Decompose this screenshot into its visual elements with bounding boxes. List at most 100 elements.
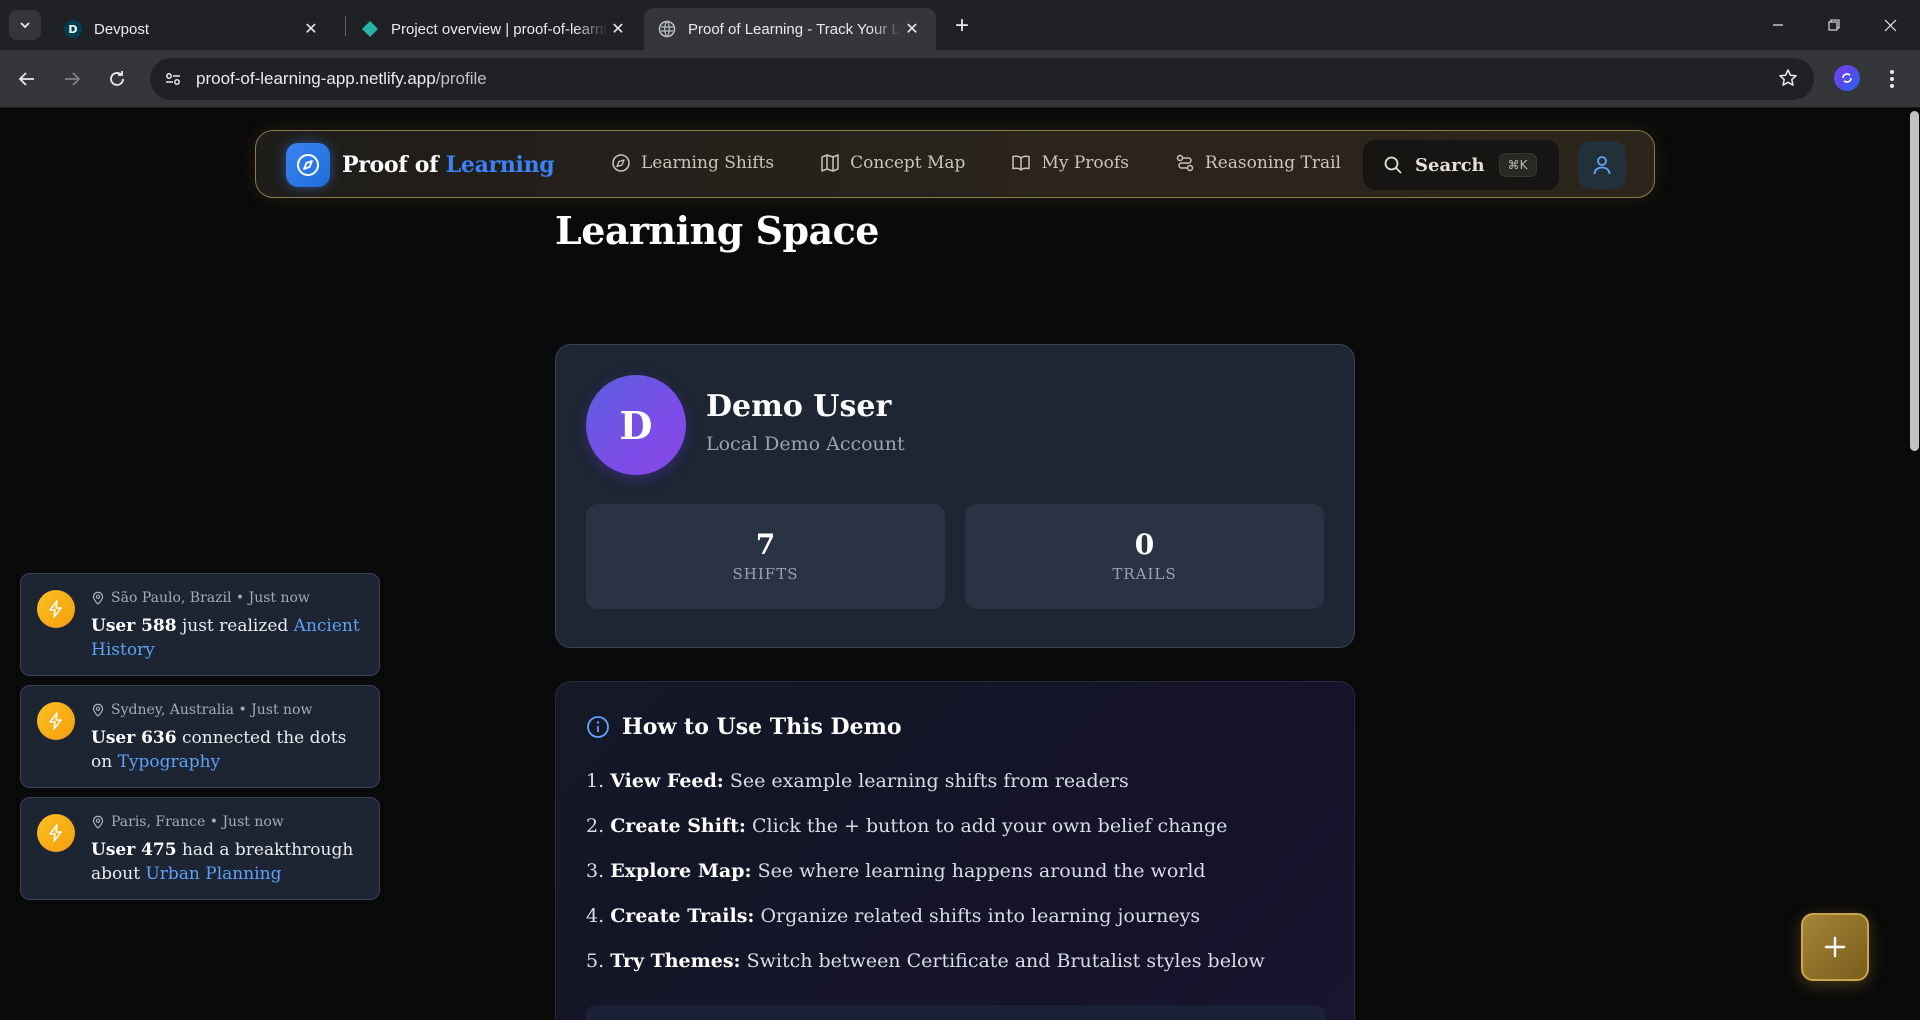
devpost-icon: D <box>64 20 82 38</box>
nav-link-label: Concept Map <box>850 153 966 173</box>
nav-link-my-proofs[interactable]: My Proofs <box>1011 153 1129 173</box>
bookmark-star-icon[interactable] <box>1778 68 1798 92</box>
step-title: View Feed: <box>610 770 724 792</box>
activity-location: Paris, France • Just now <box>111 814 284 830</box>
activity-user: User 588 <box>91 616 177 636</box>
scrollbar-thumb[interactable] <box>1910 111 1919 451</box>
browser-toolbar: proof-of-learning-app.netlify.app/profil… <box>0 50 1920 108</box>
keyboard-shortcut-badge: ⌘K <box>1498 153 1537 177</box>
window-close-button[interactable] <box>1862 0 1918 50</box>
minimize-icon <box>1773 24 1783 26</box>
back-button[interactable] <box>12 64 42 94</box>
activity-toast[interactable]: Sydney, Australia • Just now User 636 co… <box>20 685 380 788</box>
step-text: Switch between Certificate and Brutalist… <box>746 950 1265 972</box>
activity-topic-link[interactable]: Urban Planning <box>145 864 281 884</box>
reload-button[interactable] <box>102 64 132 94</box>
lightning-icon <box>37 814 75 852</box>
page-viewport: Proof of Learning Learning Shifts Concep… <box>0 108 1920 1020</box>
address-bar[interactable]: proof-of-learning-app.netlify.app/profil… <box>150 58 1814 100</box>
activity-message: User 588 just realized Ancient History <box>91 614 369 662</box>
activity-topic-link[interactable]: Typography <box>118 752 221 772</box>
search-button[interactable]: Search ⌘K <box>1363 140 1559 190</box>
tab-devpost[interactable]: D Devpost ✕ <box>50 8 335 50</box>
step-number: 4. <box>586 905 605 927</box>
step-text: Click the + button to add your own belie… <box>751 815 1228 837</box>
brand-name: Proof of Learning <box>342 152 555 178</box>
chevron-down-icon <box>20 22 30 29</box>
restore-icon <box>1828 19 1840 31</box>
brand-name-part2: Learning <box>445 152 555 178</box>
nav-link-reasoning-trail[interactable]: Reasoning Trail <box>1175 153 1341 173</box>
svg-text:D: D <box>68 23 77 36</box>
lightning-icon <box>37 702 75 740</box>
stat-trails: 0 TRAILS <box>965 504 1324 609</box>
more-vertical-icon <box>1890 70 1894 88</box>
activity-message: User 475 had a breakthrough about Urban … <box>91 838 369 886</box>
activity-location: Sydney, Australia • Just now <box>111 702 313 718</box>
step-number: 3. <box>586 860 605 882</box>
tab-netlify[interactable]: Project overview | proof-of-learning ✕ <box>347 8 642 50</box>
browser-menu-button[interactable] <box>1880 64 1904 94</box>
tab-proof-of-learning[interactable]: Proof of Learning - Track Your Learning … <box>644 8 936 50</box>
tab-search-button[interactable] <box>9 10 41 40</box>
step-number: 2. <box>586 815 605 837</box>
profile-card: D Demo User Local Demo Account 7 SHIFTS … <box>555 344 1355 648</box>
stat-shifts: 7 SHIFTS <box>586 504 945 609</box>
map-pin-icon <box>92 703 104 717</box>
brand-logo-link[interactable]: Proof of Learning <box>286 143 555 187</box>
netlify-icon <box>361 20 379 38</box>
nav-link-learning-shifts[interactable]: Learning Shifts <box>611 153 774 173</box>
extension-icon[interactable] <box>1834 65 1860 91</box>
page-scrollbar[interactable] <box>1908 108 1920 1020</box>
close-icon[interactable]: ✕ <box>301 19 321 39</box>
avatar: D <box>586 375 686 475</box>
step-text: See example learning shifts from readers <box>729 770 1129 792</box>
activity-toast[interactable]: São Paulo, Brazil • Just now User 588 ju… <box>20 573 380 676</box>
close-icon[interactable]: ✕ <box>608 19 628 39</box>
map-pin-icon <box>92 815 104 829</box>
lightning-icon <box>37 590 75 628</box>
step-title: Create Trails: <box>610 905 755 927</box>
nav-link-concept-map[interactable]: Concept Map <box>820 153 965 173</box>
how-to-header: How to Use This Demo <box>586 714 902 740</box>
map-icon <box>821 154 839 172</box>
arrow-right-icon <box>65 72 81 86</box>
top-navbar: Proof of Learning Learning Shifts Concep… <box>255 130 1655 198</box>
tab-title: Project overview | proof-of-learning <box>391 20 608 38</box>
profile-name: Demo User <box>706 389 892 424</box>
step-text: Organize related shifts into learning jo… <box>760 905 1201 927</box>
book-open-icon <box>1012 155 1031 171</box>
create-shift-button[interactable] <box>1801 913 1869 981</box>
forward-button[interactable] <box>57 64 87 94</box>
reload-icon <box>110 71 124 86</box>
step-number: 5. <box>586 950 605 972</box>
step-title: Explore Map: <box>610 860 752 882</box>
activity-meta: São Paulo, Brazil • Just now <box>91 590 310 606</box>
activity-location: São Paulo, Brazil • Just now <box>111 590 310 606</box>
user-profile-button[interactable] <box>1578 141 1626 189</box>
list-item: 4. Create Trails: Organize related shift… <box>586 905 1265 950</box>
stat-label: SHIFTS <box>732 565 799 583</box>
activity-user: User 636 <box>91 728 177 748</box>
step-title: Try Themes: <box>610 950 741 972</box>
list-item: 5. Try Themes: Switch between Certificat… <box>586 950 1265 995</box>
step-text: See where learning happens around the wo… <box>757 860 1206 882</box>
stat-value: 0 <box>1134 528 1155 561</box>
how-to-title: How to Use This Demo <box>622 714 902 740</box>
close-icon[interactable]: ✕ <box>902 19 922 39</box>
url-text: proof-of-learning-app.netlify.app/profil… <box>196 69 487 89</box>
activity-feed: São Paulo, Brazil • Just now User 588 ju… <box>20 573 380 909</box>
stat-label: TRAILS <box>1112 565 1177 583</box>
how-to-card: How to Use This Demo 1. View Feed: See e… <box>555 681 1355 1020</box>
site-info-icon[interactable] <box>162 68 184 90</box>
tab-divider <box>345 16 346 36</box>
minimize-button[interactable] <box>1750 0 1806 50</box>
restore-button[interactable] <box>1806 0 1862 50</box>
activity-toast[interactable]: Paris, France • Just now User 475 had a … <box>20 797 380 900</box>
arrow-left-icon <box>18 72 34 86</box>
compass-icon <box>612 154 630 172</box>
activity-action: just realized <box>181 616 289 636</box>
new-tab-button[interactable]: + <box>948 12 976 40</box>
activity-meta: Paris, France • Just now <box>91 814 284 830</box>
route-icon <box>1176 154 1194 172</box>
